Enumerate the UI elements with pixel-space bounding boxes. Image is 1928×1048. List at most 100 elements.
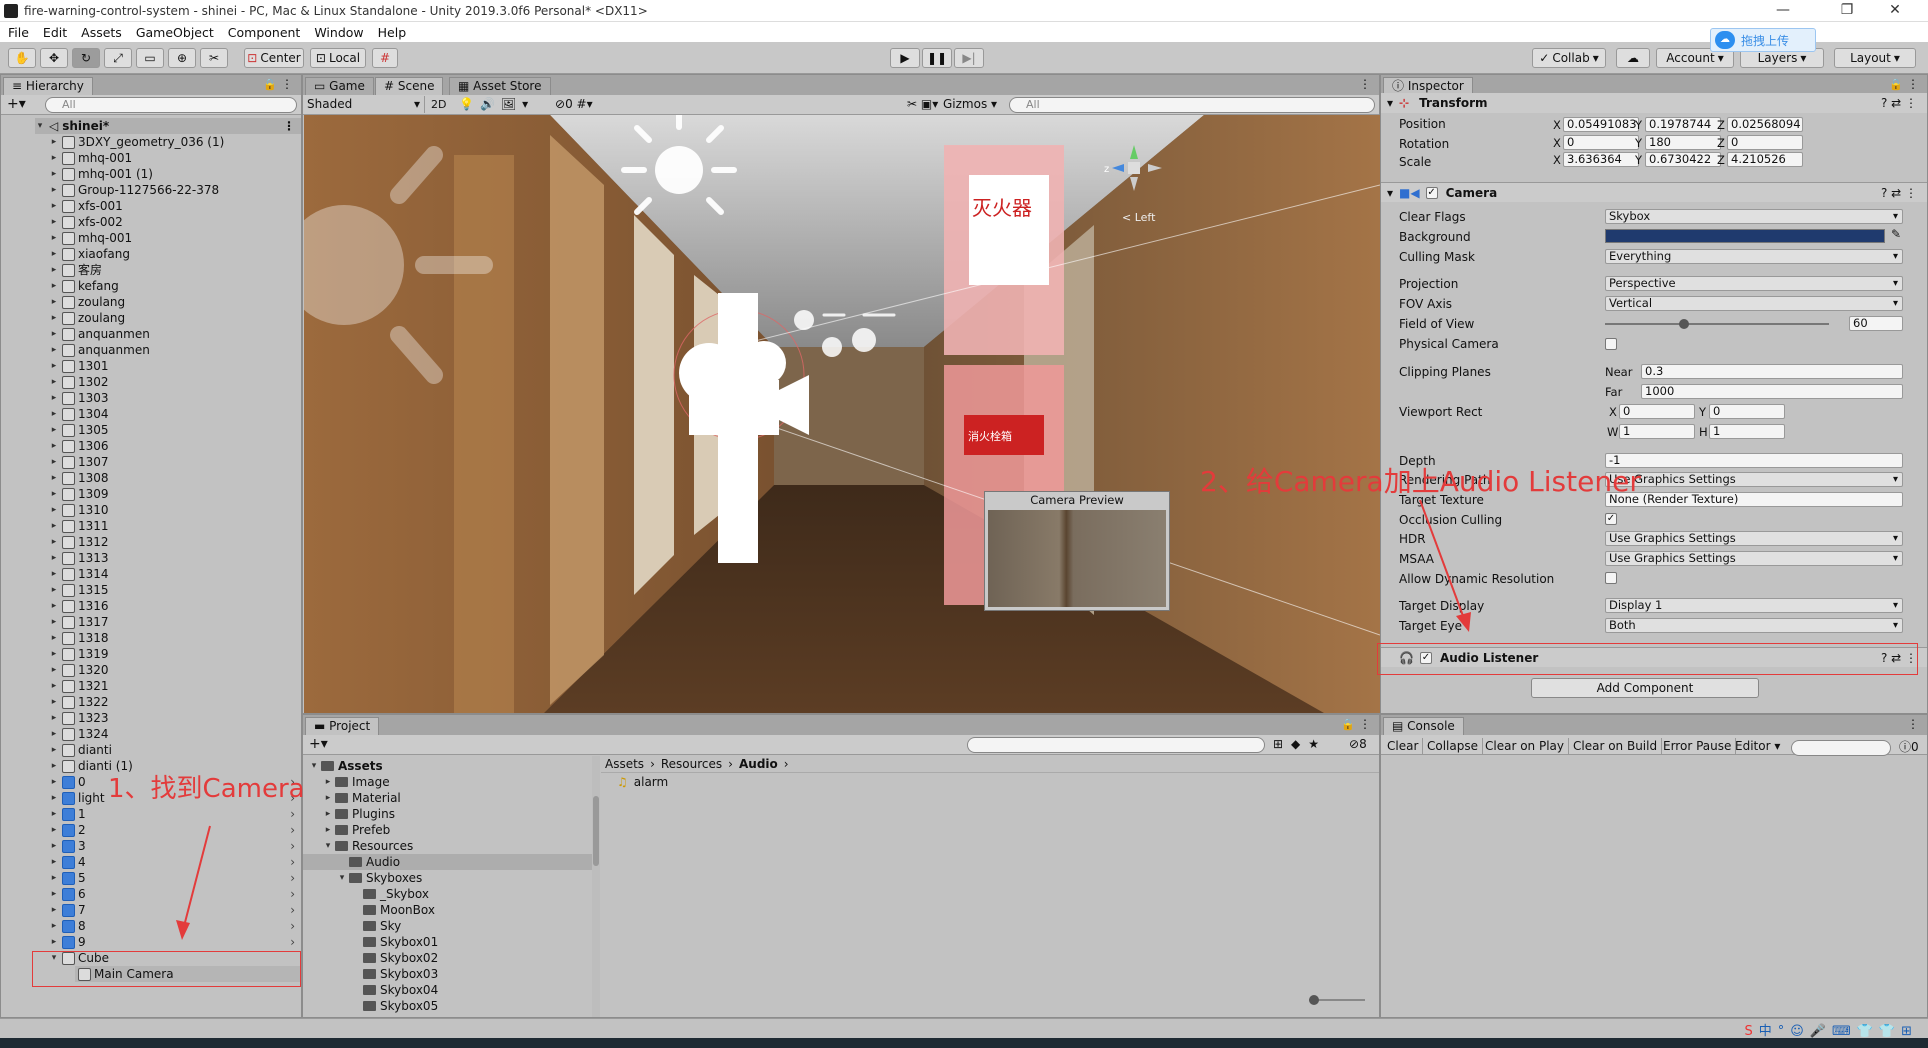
expand-arrow-icon[interactable]: ▸ xyxy=(49,902,59,918)
hierarchy-item[interactable]: ▸ 1315 xyxy=(49,582,301,598)
physical-camera-checkbox[interactable] xyxy=(1605,338,1617,350)
expand-arrow-icon[interactable] xyxy=(351,966,361,982)
hierarchy-item[interactable]: ▸ zoulang xyxy=(49,310,301,326)
hierarchy-prefab-item[interactable]: ▸ 2 › xyxy=(49,822,301,838)
expand-arrow-icon[interactable]: ▸ xyxy=(49,182,59,198)
project-folder-item[interactable]: Skybox01 xyxy=(303,934,592,950)
expand-arrow-icon[interactable]: ▸ xyxy=(49,198,59,214)
expand-arrow-icon[interactable]: ▾ xyxy=(323,838,333,854)
hierarchy-item[interactable]: ▸ 1305 xyxy=(49,422,301,438)
viewport-x-field[interactable]: 0 xyxy=(1619,404,1695,419)
expand-arrow-icon[interactable]: ▸ xyxy=(49,886,59,902)
mode-2d-toggle[interactable]: 2D xyxy=(431,96,455,113)
menu-component[interactable]: Component xyxy=(228,25,301,40)
project-folder-item[interactable]: ▾ Assets xyxy=(303,758,592,774)
camera-enabled-checkbox[interactable]: ✓ xyxy=(1425,186,1438,199)
tab-asset-store[interactable]: ▦ Asset Store xyxy=(449,77,551,95)
chevron-right-icon[interactable]: › xyxy=(290,806,295,822)
menu-file[interactable]: File xyxy=(8,25,29,40)
move-tool-icon[interactable]: ✥ xyxy=(40,48,68,68)
hierarchy-item[interactable]: ▸ kefang xyxy=(49,278,301,294)
hierarchy-item[interactable]: ▸ 1303 xyxy=(49,390,301,406)
expand-arrow-icon[interactable] xyxy=(337,854,347,870)
hierarchy-item[interactable]: ▸ 1307 xyxy=(49,454,301,470)
expand-arrow-icon[interactable]: ▸ xyxy=(49,582,59,598)
kebab-menu-icon[interactable]: ⋮ xyxy=(1907,717,1919,731)
expand-arrow-icon[interactable]: ▸ xyxy=(49,310,59,326)
expand-arrow-icon[interactable]: ▸ xyxy=(49,502,59,518)
expand-arrow-icon[interactable]: ▸ xyxy=(49,790,59,806)
expand-arrow-icon[interactable] xyxy=(351,918,361,934)
far-field[interactable]: 1000 xyxy=(1641,384,1903,399)
expand-arrow-icon[interactable]: ▸ xyxy=(49,726,59,742)
gizmos-dropdown[interactable]: Gizmos ▾ xyxy=(943,96,1003,113)
expand-arrow-icon[interactable]: ▸ xyxy=(49,678,59,694)
rect-tool-icon[interactable]: ▭ xyxy=(136,48,164,68)
icon-size-slider[interactable] xyxy=(1309,995,1365,1005)
position-z-field[interactable]: 0.02568094 xyxy=(1727,117,1803,132)
scale-z-field[interactable]: 4.210526 xyxy=(1727,152,1803,167)
hierarchy-item[interactable]: ▸ 1322 xyxy=(49,694,301,710)
console-editor-dropdown[interactable]: Editor ▾ xyxy=(1731,738,1784,755)
hierarchy-item[interactable]: ▸ dianti xyxy=(49,742,301,758)
hierarchy-prefab-item[interactable]: ▸ 3 › xyxy=(49,838,301,854)
hierarchy-item[interactable]: ▸ mhq-001 xyxy=(49,150,301,166)
project-folder-item[interactable]: ▸ Image xyxy=(303,774,592,790)
transform-header[interactable]: ▾ ⊹ Transform ? ⇄ ⋮ xyxy=(1381,93,1927,113)
hierarchy-item[interactable]: ▸ 1320 xyxy=(49,662,301,678)
rotate-tool-icon[interactable]: ↻ xyxy=(72,48,100,68)
tab-scene[interactable]: # Scene xyxy=(375,77,444,95)
expand-arrow-icon[interactable]: ▸ xyxy=(49,822,59,838)
camera-header[interactable]: ▾ ■◀ ✓ Camera ? ⇄ ⋮ xyxy=(1381,182,1927,202)
hierarchy-item[interactable]: ▸ 1317 xyxy=(49,614,301,630)
component-options-icons[interactable]: ? ⇄ ⋮ xyxy=(1881,96,1917,110)
scale-y-field[interactable]: 0.6730422 xyxy=(1645,152,1721,167)
rendering-path-dropdown[interactable]: Use Graphics Settings xyxy=(1605,472,1903,487)
hierarchy-item[interactable]: ▸ 1323 xyxy=(49,710,301,726)
occlusion-culling-checkbox[interactable]: ✓ xyxy=(1605,513,1617,525)
near-field[interactable]: 0.3 xyxy=(1641,364,1903,379)
expand-arrow-icon[interactable]: ▸ xyxy=(49,134,59,150)
hierarchy-prefab-item[interactable]: ▸ 8 › xyxy=(49,918,301,934)
console-collapse-button[interactable]: Collapse xyxy=(1423,738,1483,755)
position-x-field[interactable]: 0.05491083 xyxy=(1563,117,1639,132)
target-eye-dropdown[interactable]: Both xyxy=(1605,618,1903,633)
tab-game[interactable]: ▭ Game xyxy=(305,77,374,95)
expand-arrow-icon[interactable]: ▸ xyxy=(49,214,59,230)
culling-mask-dropdown[interactable]: Everything xyxy=(1605,249,1903,264)
expand-arrow-icon[interactable]: ▸ xyxy=(49,470,59,486)
kebab-menu-icon[interactable]: ⋮ xyxy=(1907,77,1919,91)
expand-arrow-icon[interactable]: ▸ xyxy=(49,406,59,422)
expand-arrow-icon[interactable]: ▸ xyxy=(323,822,333,838)
expand-arrow-icon[interactable]: ▸ xyxy=(49,326,59,342)
target-texture-field[interactable]: None (Render Texture) xyxy=(1605,492,1903,507)
expand-arrow-icon[interactable]: ▸ xyxy=(49,694,59,710)
breadcrumb-audio[interactable]: Audio xyxy=(739,757,778,771)
expand-arrow-icon[interactable]: ▸ xyxy=(49,646,59,662)
hidden-objects-toggle[interactable]: ⊘0 #▾ xyxy=(555,96,593,113)
hierarchy-item[interactable]: ▸ 1314 xyxy=(49,566,301,582)
asset-item-alarm[interactable]: ♫ alarm xyxy=(617,775,668,789)
chevron-right-icon[interactable]: › xyxy=(290,822,295,838)
hierarchy-item[interactable]: ▸ 1319 xyxy=(49,646,301,662)
scene-tools-icon[interactable]: ✂ ▣▾ xyxy=(907,96,938,113)
cloud-icon[interactable]: ☁ xyxy=(1616,48,1650,68)
expand-arrow-icon[interactable]: ▸ xyxy=(49,870,59,886)
scene-lighting-icons[interactable]: 💡🔊🖼▾ xyxy=(459,96,534,113)
project-folder-item[interactable]: ▸ Material xyxy=(303,790,592,806)
filter-icons[interactable]: ⊞◆★ xyxy=(1273,737,1327,751)
hierarchy-item[interactable]: ▸ 1312 xyxy=(49,534,301,550)
project-folder-item[interactable]: ▸ Prefeb xyxy=(303,822,592,838)
expand-arrow-icon[interactable]: ▸ xyxy=(49,934,59,950)
position-y-field[interactable]: 0.1978744 xyxy=(1645,117,1721,132)
hierarchy-item[interactable]: ▸ 1321 xyxy=(49,678,301,694)
viewport-h-field[interactable]: 1 xyxy=(1709,424,1785,439)
viewport-y-field[interactable]: 0 xyxy=(1709,404,1785,419)
pause-button[interactable]: ❚❚ xyxy=(922,48,952,68)
hierarchy-prefab-item[interactable]: ▸ 1 › xyxy=(49,806,301,822)
hand-tool-icon[interactable]: ✋ xyxy=(8,48,36,68)
project-search-input[interactable] xyxy=(967,737,1265,753)
fov-axis-dropdown[interactable]: Vertical xyxy=(1605,296,1903,311)
background-color-swatch[interactable] xyxy=(1605,229,1885,243)
expand-arrow-icon[interactable]: ▸ xyxy=(49,774,59,790)
